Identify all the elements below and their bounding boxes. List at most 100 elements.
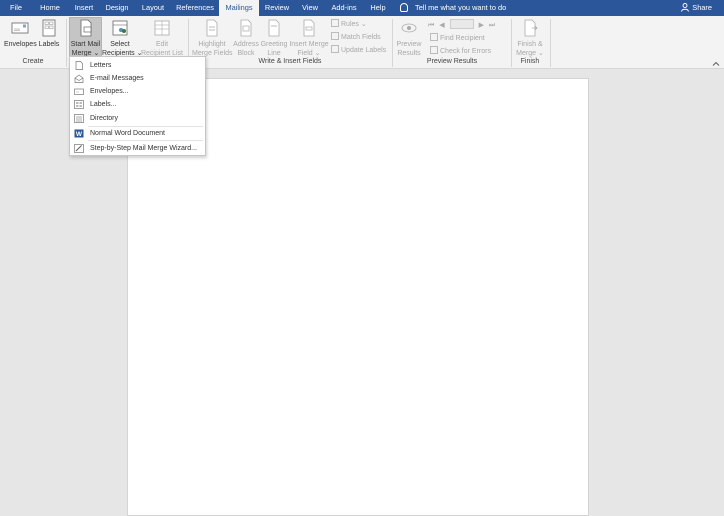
labels-icon	[74, 100, 84, 109]
tab-insert[interactable]: Insert	[70, 0, 98, 16]
insert-merge-field-button[interactable]: Insert Merge Field ⌄	[289, 18, 329, 58]
tell-me-search[interactable]: Tell me what you want to do	[400, 0, 506, 16]
update-labels-icon	[331, 45, 339, 53]
menu-item-label: Normal Word Document	[90, 130, 165, 137]
group-label-write-insert: Write & Insert Fields	[258, 58, 322, 65]
preview-icon	[401, 23, 417, 33]
edit-list-icon	[154, 20, 170, 36]
tab-references[interactable]: References	[174, 0, 216, 16]
find-recipient-button[interactable]: Find Recipient	[430, 33, 485, 42]
select-recipients-button[interactable]: Select Recipients ⌄	[102, 18, 143, 58]
tab-file[interactable]: File	[4, 0, 28, 16]
rules-label: Rules	[341, 21, 359, 28]
group-separator	[66, 19, 67, 67]
tab-home[interactable]: Home	[36, 0, 64, 16]
find-recipient-icon	[430, 33, 438, 41]
menu-item-email-messages[interactable]: E-mail Messages	[71, 72, 204, 85]
tab-view[interactable]: View	[298, 0, 322, 16]
address-block-icon	[240, 19, 252, 37]
next-record-icon[interactable]: ▶	[479, 22, 484, 29]
tab-review[interactable]: Review	[262, 0, 292, 16]
tab-add-ins[interactable]: Add-ins	[328, 0, 360, 16]
word-document-icon: W	[74, 129, 84, 138]
match-fields-icon	[331, 32, 339, 40]
address-label-1: Address	[233, 41, 259, 48]
last-record-icon[interactable]: ⏭	[489, 22, 495, 29]
edit-recipient-list-button[interactable]: Edit Recipient List	[140, 18, 184, 58]
menu-item-envelopes[interactable]: Envelopes...	[71, 85, 204, 98]
highlight-label-1: Highlight	[198, 41, 226, 48]
svg-text:W: W	[76, 131, 83, 138]
envelopes-button[interactable]: Envelopes	[4, 18, 37, 49]
group-label-preview-results: Preview Results	[426, 58, 478, 65]
preview-label-1: Preview	[396, 41, 422, 48]
ribbon-tab-bar: File Home Insert Design Layout Reference…	[0, 0, 724, 16]
labels-label: Labels	[38, 41, 60, 48]
check-errors-label: Check for Errors	[440, 48, 491, 55]
menu-item-labels[interactable]: Labels...	[71, 98, 204, 111]
menu-separator	[88, 140, 203, 141]
preview-label-2: Results	[397, 50, 421, 57]
finish-merge-icon	[524, 19, 538, 37]
update-labels-label: Update Labels	[341, 47, 387, 54]
chevron-down-icon: ⌄	[314, 50, 321, 57]
insert-merge-label-2: Field	[297, 50, 313, 57]
match-fields-button[interactable]: Match Fields	[331, 32, 381, 41]
highlight-merge-fields-button[interactable]: Highlight Merge Fields	[192, 18, 232, 58]
insert-field-icon	[303, 19, 315, 37]
group-separator	[392, 19, 393, 67]
recipients-icon	[112, 20, 128, 36]
menu-item-label: Labels...	[90, 101, 117, 108]
envelope-icon	[11, 22, 29, 34]
share-button[interactable]: Share	[681, 0, 712, 16]
rules-button[interactable]: Rules ⌄	[331, 19, 367, 28]
labels-icon	[42, 19, 56, 37]
finish-merge-button[interactable]: Finish & Merge ⌄	[514, 18, 546, 58]
collapse-ribbon-icon[interactable]	[712, 60, 720, 68]
chevron-down-icon: ⌄	[360, 21, 367, 28]
update-labels-button[interactable]: Update Labels	[331, 45, 386, 54]
record-navigation: ⏮ ◀ ▶ ⏭	[428, 19, 495, 30]
match-fields-label: Match Fields	[341, 34, 381, 41]
labels-button[interactable]: Labels	[38, 18, 60, 49]
edit-recipient-list-label-1: Edit	[155, 41, 169, 48]
start-mail-merge-button[interactable]: Start Mail Merge ⌄	[69, 17, 102, 57]
check-errors-icon	[430, 46, 438, 54]
letter-icon	[75, 61, 83, 70]
share-label: Share	[692, 3, 712, 12]
menu-item-mail-merge-wizard[interactable]: Step-by-Step Mail Merge Wizard...	[71, 142, 204, 155]
menu-item-label: Step-by-Step Mail Merge Wizard...	[90, 145, 197, 152]
menu-item-label: Directory	[90, 115, 119, 122]
address-block-button[interactable]: Address Block	[233, 18, 259, 58]
email-icon	[74, 74, 84, 83]
greeting-line-icon	[268, 19, 280, 37]
first-record-icon[interactable]: ⏮	[428, 22, 434, 29]
group-label-finish: Finish	[520, 58, 540, 65]
finish-label-1: Finish &	[517, 41, 543, 48]
check-errors-button[interactable]: Check for Errors	[430, 46, 491, 55]
record-number-input[interactable]	[449, 19, 474, 29]
insert-merge-label-1: Insert Merge	[289, 41, 329, 48]
start-mail-merge-label-1: Start Mail	[70, 41, 101, 48]
menu-item-label: E-mail Messages	[90, 75, 144, 82]
highlight-fields-icon	[206, 19, 218, 37]
greeting-line-button[interactable]: Greeting Line	[260, 18, 288, 58]
tab-layout[interactable]: Layout	[138, 0, 168, 16]
wizard-icon	[74, 144, 84, 153]
greeting-label-1: Greeting	[260, 41, 288, 48]
menu-item-directory[interactable]: Directory	[71, 112, 204, 125]
menu-item-normal-word-document[interactable]: W Normal Word Document	[71, 127, 204, 140]
chevron-down-icon: ⌄	[537, 50, 544, 57]
tab-mailings[interactable]: Mailings	[219, 0, 259, 16]
previous-record-icon[interactable]: ◀	[439, 22, 444, 29]
finish-label-2: Merge	[516, 50, 536, 57]
address-label-2: Block	[237, 50, 255, 57]
greeting-label-2: Line	[267, 50, 281, 57]
menu-item-letters[interactable]: Letters	[71, 59, 204, 72]
preview-results-button[interactable]: Preview Results	[395, 18, 423, 58]
tab-design[interactable]: Design	[102, 0, 132, 16]
tab-help[interactable]: Help	[366, 0, 390, 16]
find-recipient-label: Find Recipient	[440, 35, 485, 42]
start-mail-merge-menu: Letters E-mail Messages Envelopes... Lab…	[69, 56, 206, 156]
tell-me-label: Tell me what you want to do	[415, 3, 507, 12]
